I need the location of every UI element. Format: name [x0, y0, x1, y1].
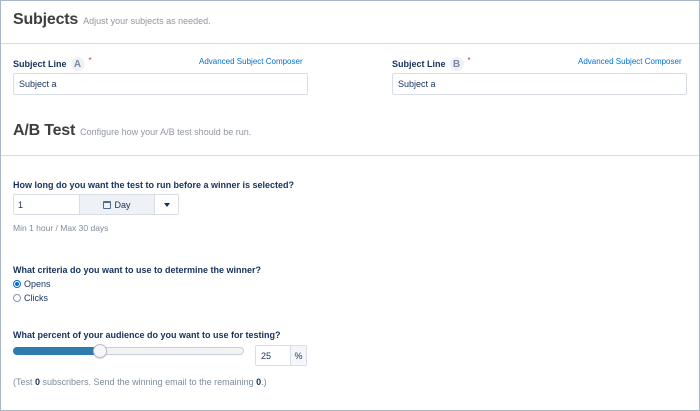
- audience-percent-slider[interactable]: [13, 344, 244, 358]
- subjects-title: Subjects: [13, 11, 79, 28]
- slider-handle[interactable]: [93, 344, 107, 358]
- summary-prefix: (Test: [13, 377, 36, 387]
- subject-line-b-label-row: Subject Line B *: [392, 55, 471, 71]
- test-summary: (Test 0 subscribers. Send the winning em…: [13, 377, 267, 387]
- duration-unit-dropdown[interactable]: [154, 195, 178, 214]
- summary-suffix: .): [261, 377, 267, 387]
- subject-line-b-label: Subject Line: [392, 59, 446, 69]
- clicks-radio[interactable]: [13, 294, 21, 302]
- subject-line-a-label: Subject Line: [13, 59, 67, 69]
- subjects-header: Subjects Adjust your subjects as needed.: [13, 11, 211, 29]
- ab-test-title: A/B Test: [13, 122, 76, 139]
- variant-b-badge: B: [449, 57, 464, 71]
- percent-input-group: 25 %: [255, 345, 307, 366]
- ab-test-divider: [1, 155, 699, 156]
- ab-test-panel: Subjects Adjust your subjects as needed.…: [0, 0, 700, 411]
- subject-line-a-input[interactable]: Subject a: [13, 73, 308, 95]
- required-indicator: *: [467, 55, 471, 65]
- variant-a-badge: A: [70, 57, 85, 71]
- subjects-subtitle: Adjust your subjects as needed.: [83, 16, 211, 26]
- percent-question: What percent of your audience do you wan…: [13, 330, 281, 340]
- calendar-icon: [103, 200, 112, 209]
- criteria-question: What criteria do you want to use to dete…: [13, 265, 262, 275]
- advanced-subject-composer-link-a[interactable]: Advanced Subject Composer: [199, 57, 303, 66]
- percent-suffix: %: [290, 346, 306, 365]
- opens-radio[interactable]: [13, 280, 21, 288]
- subject-line-a-label-row: Subject Line A *: [13, 55, 92, 71]
- summary-middle: subscribers. Send the winning email to t…: [40, 377, 257, 387]
- subject-line-b-input[interactable]: Subject a: [392, 73, 687, 95]
- clicks-label: Clicks: [24, 293, 48, 303]
- duration-question: How long do you want the test to run bef…: [13, 180, 295, 190]
- required-indicator: *: [88, 55, 92, 65]
- duration-unit-label: Day: [114, 199, 131, 210]
- subjects-divider: [1, 43, 699, 44]
- ab-test-header: A/B Test Configure how your A/B test sho…: [13, 122, 251, 140]
- ab-test-subtitle: Configure how your A/B test should be ru…: [80, 127, 252, 137]
- slider-fill: [13, 347, 100, 355]
- criteria-option-opens[interactable]: Opens: [13, 279, 51, 289]
- advanced-subject-composer-link-b[interactable]: Advanced Subject Composer: [578, 57, 682, 66]
- criteria-option-clicks[interactable]: Clicks: [13, 293, 48, 303]
- opens-label: Opens: [24, 279, 51, 289]
- duration-unit-button[interactable]: Day: [79, 195, 154, 214]
- duration-hint: Min 1 hour / Max 30 days: [13, 223, 109, 233]
- chevron-down-icon: [163, 202, 170, 207]
- duration-value-input[interactable]: 1: [14, 195, 79, 214]
- duration-picker: 1 Day: [13, 194, 179, 215]
- percent-input[interactable]: 25: [256, 346, 290, 365]
